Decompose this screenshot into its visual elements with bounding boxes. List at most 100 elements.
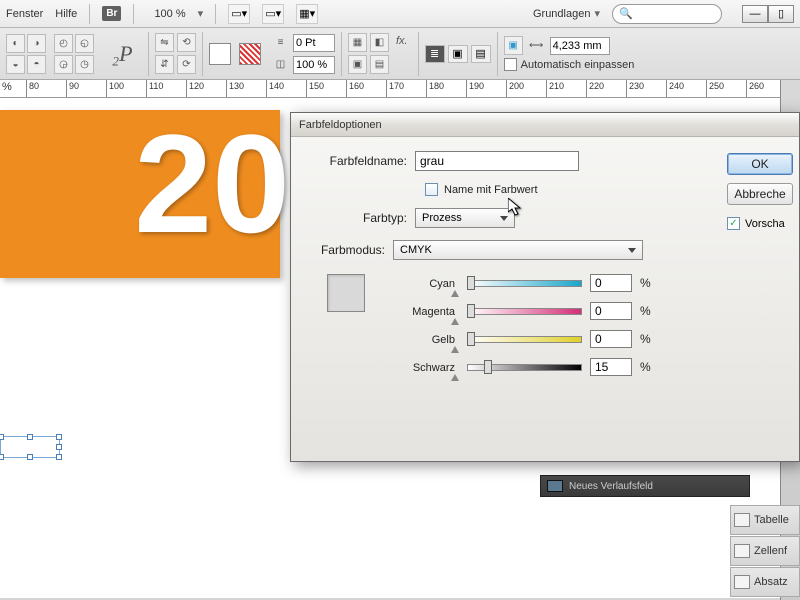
view-options-icon[interactable]: ▭▾: [228, 4, 250, 24]
percent-label: %: [640, 276, 651, 290]
ok-button[interactable]: OK: [727, 153, 793, 175]
cyan-slider[interactable]: [467, 277, 582, 289]
text-wrap-icon[interactable]: ▣: [448, 45, 468, 63]
magenta-label: Magenta: [387, 304, 459, 318]
black-slider[interactable]: [467, 361, 582, 373]
rotate-icon[interactable]: ⟳: [177, 55, 196, 74]
selected-frame[interactable]: [0, 436, 60, 458]
warning-icon: [451, 362, 459, 381]
yellow-slider[interactable]: [467, 333, 582, 345]
swatch-row-label: Neues Verlaufsfeld: [569, 481, 653, 492]
arrange-icon[interactable]: ▦▾: [296, 4, 318, 24]
corner-icon[interactable]: ◧: [370, 33, 389, 52]
text-wrap-icon[interactable]: ≣: [425, 45, 445, 63]
menu-hilfe[interactable]: Hilfe: [55, 8, 77, 20]
yellow-label: Gelb: [387, 332, 459, 346]
fill-swatch[interactable]: [209, 43, 231, 65]
stroke-weight-input[interactable]: 0 Pt: [293, 34, 335, 52]
panel-tab-absatz[interactable]: Absatz: [730, 567, 800, 597]
swatch-panel-row[interactable]: Neues Verlaufsfeld: [540, 475, 750, 497]
cancel-button[interactable]: Abbreche: [727, 183, 793, 205]
tool-icon[interactable]: ◴: [54, 34, 73, 53]
stroke-swatch[interactable]: [239, 43, 261, 65]
search-icon: 🔍: [619, 7, 633, 20]
table-icon: [734, 513, 750, 527]
gradient-swatch-icon: [547, 480, 563, 492]
stroke-weight-icon: ≡: [271, 33, 290, 52]
flip-h-icon[interactable]: ⇋: [155, 33, 174, 52]
effects-icon[interactable]: ▦: [348, 33, 367, 52]
wrap-icon[interactable]: ▣: [348, 55, 367, 74]
spacing-input[interactable]: 4,233 mm: [550, 37, 610, 55]
paragraph-format-icon[interactable]: ₂P: [102, 41, 142, 67]
tool-icon[interactable]: ◶: [54, 55, 73, 74]
panels-group: Tabelle Zellenf Absatz: [730, 505, 800, 600]
percent-label: %: [640, 360, 651, 374]
chevron-down-icon: [500, 216, 508, 221]
zoom-level[interactable]: 100 %: [154, 8, 185, 20]
opacity-icon: ◫: [271, 55, 290, 74]
warning-icon: [451, 306, 459, 325]
color-mode-dropdown[interactable]: CMYK: [393, 240, 643, 260]
tool-icon[interactable]: ◒: [6, 55, 25, 74]
wrap-icon[interactable]: ▤: [370, 55, 389, 74]
name-with-value-label: Name mit Farbwert: [444, 184, 538, 196]
warning-icon: [451, 334, 459, 353]
bridge-icon[interactable]: Br: [102, 6, 121, 21]
dialog-title: Farbfeldoptionen: [299, 119, 382, 131]
opacity-input[interactable]: 100 %: [293, 56, 335, 74]
ruler-origin: %: [2, 81, 12, 93]
control-toolbar: ◐ ◑ ◒ ◓ ◴ ◵ ◶ ◷ ₂P ⇋ ⟲ ⇵ ⟳ ≡ 0 Pt ◫ 100 …: [0, 28, 800, 80]
workspace-selector[interactable]: Grundlagen: [533, 8, 591, 20]
color-type-dropdown[interactable]: Prozess: [415, 208, 515, 228]
color-type-label: Farbtyp:: [307, 211, 415, 225]
black-value-input[interactable]: 15: [590, 358, 632, 376]
separator: [215, 4, 216, 24]
color-preview-swatch: [327, 274, 365, 312]
screen-mode-icon[interactable]: ▭▾: [262, 4, 284, 24]
panel-tab-tabelle[interactable]: Tabelle: [730, 505, 800, 535]
tool-icon[interactable]: ◓: [27, 55, 46, 74]
black-label: Schwarz: [387, 360, 459, 374]
magenta-slider[interactable]: [467, 305, 582, 317]
warning-icon: [451, 278, 459, 297]
orange-banner[interactable]: 20: [0, 110, 280, 278]
tool-icon[interactable]: ◵: [75, 34, 94, 53]
tool-icon[interactable]: ◐: [6, 34, 25, 53]
cyan-value-input[interactable]: 0: [590, 274, 632, 292]
spacing-icon: ⟷: [527, 36, 546, 55]
preview-checkbox[interactable]: ✓: [727, 217, 740, 230]
horizontal-ruler[interactable]: % 80901001101201301401501601701801902002…: [0, 80, 800, 98]
frame-fit-icon[interactable]: ▣: [504, 36, 523, 55]
dialog-title-bar[interactable]: Farbfeldoptionen: [291, 113, 799, 137]
tool-icon[interactable]: ◑: [27, 34, 46, 53]
cell-icon: [734, 544, 750, 558]
separator: [133, 4, 134, 24]
menu-fenster[interactable]: Fenster: [6, 8, 43, 20]
preview-label: Vorscha: [745, 218, 785, 230]
separator: [418, 32, 419, 76]
rotate-icon[interactable]: ⟲: [177, 33, 196, 52]
magenta-value-input[interactable]: 0: [590, 302, 632, 320]
name-with-value-checkbox[interactable]: [425, 183, 438, 196]
paragraph-icon: [734, 575, 750, 589]
cyan-label: Cyan: [387, 276, 459, 290]
swatch-options-dialog: Farbfeldoptionen Farbfeldname: grau Name…: [290, 112, 800, 462]
banner-text: 20: [134, 114, 290, 254]
panel-tab-zellen[interactable]: Zellenf: [730, 536, 800, 566]
separator: [497, 32, 498, 76]
color-mode-label: Farbmodus:: [307, 243, 393, 257]
selection-tools-2: ◴ ◵ ◶ ◷: [54, 34, 98, 74]
flip-v-icon[interactable]: ⇵: [155, 55, 174, 74]
maximize-button[interactable]: ▯: [768, 5, 794, 23]
swatch-name-label: Farbfeldname:: [307, 154, 415, 168]
search-input[interactable]: 🔍: [612, 4, 722, 24]
minimize-button[interactable]: —: [742, 5, 768, 23]
text-wrap-icon[interactable]: ▤: [471, 45, 491, 63]
auto-fit-checkbox[interactable]: [504, 58, 517, 71]
tool-icon[interactable]: ◷: [75, 55, 94, 74]
yellow-value-input[interactable]: 0: [590, 330, 632, 348]
auto-fit-label: Automatisch einpassen: [521, 59, 635, 71]
separator: [89, 4, 90, 24]
swatch-name-input[interactable]: grau: [415, 151, 579, 171]
